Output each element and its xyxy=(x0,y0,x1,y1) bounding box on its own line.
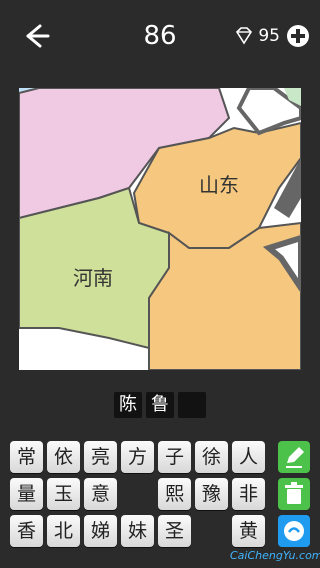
char-key[interactable]: 非 xyxy=(232,478,265,510)
answer-slot-1[interactable]: 陈 xyxy=(114,392,142,418)
coin-counter: 95 xyxy=(233,20,310,52)
char-key[interactable]: 子 xyxy=(158,441,191,473)
char-key[interactable]: 亮 xyxy=(84,441,117,473)
diamond-icon xyxy=(236,27,253,45)
char-key[interactable]: 意 xyxy=(84,478,117,510)
pencil-icon xyxy=(286,447,304,468)
add-coins-icon[interactable] xyxy=(286,24,310,48)
coin-count: 95 xyxy=(258,26,280,46)
char-key[interactable]: 玉 xyxy=(47,478,80,510)
answer-slots: 陈 鲁 xyxy=(0,392,320,418)
char-key[interactable]: 量 xyxy=(10,478,43,510)
char-key[interactable]: 豫 xyxy=(195,478,228,510)
level-number: 86 xyxy=(143,21,177,51)
empty-key-slot xyxy=(195,515,228,547)
character-keyboard: 常 依 亮 方 子 徐 人 量 玉 意 熙 豫 非 香 北 娣 妹 圣 黄 xyxy=(10,441,270,549)
edit-button[interactable] xyxy=(278,441,310,473)
trash-icon xyxy=(285,482,303,504)
char-key[interactable]: 妹 xyxy=(121,515,154,547)
empty-key-slot xyxy=(121,478,154,510)
char-key[interactable]: 依 xyxy=(47,441,80,473)
char-key[interactable]: 娣 xyxy=(84,515,117,547)
char-key[interactable]: 人 xyxy=(232,441,265,473)
char-key[interactable]: 徐 xyxy=(195,441,228,473)
share-icon xyxy=(284,521,304,541)
answer-slot-2[interactable]: 鲁 xyxy=(146,392,174,418)
char-key[interactable]: 方 xyxy=(121,441,154,473)
char-key[interactable]: 黄 xyxy=(232,515,265,547)
province-map: 山东 河南 xyxy=(19,88,301,370)
char-key[interactable]: 熙 xyxy=(158,478,191,510)
char-key[interactable]: 圣 xyxy=(158,515,191,547)
top-bar: 86 95 xyxy=(0,0,320,72)
char-key[interactable]: 香 xyxy=(10,515,43,547)
delete-button[interactable] xyxy=(278,478,310,510)
map-label-shandong: 山东 xyxy=(199,173,239,197)
puzzle-map-image: 山东 河南 xyxy=(19,88,301,370)
answer-slot-3[interactable] xyxy=(178,392,206,418)
share-button[interactable] xyxy=(278,515,310,547)
back-arrow-icon xyxy=(26,24,50,48)
watermark: CaiChengYu.com xyxy=(230,549,320,562)
back-button[interactable] xyxy=(14,18,54,54)
map-label-henan: 河南 xyxy=(73,266,113,290)
char-key[interactable]: 常 xyxy=(10,441,43,473)
char-key[interactable]: 北 xyxy=(47,515,80,547)
